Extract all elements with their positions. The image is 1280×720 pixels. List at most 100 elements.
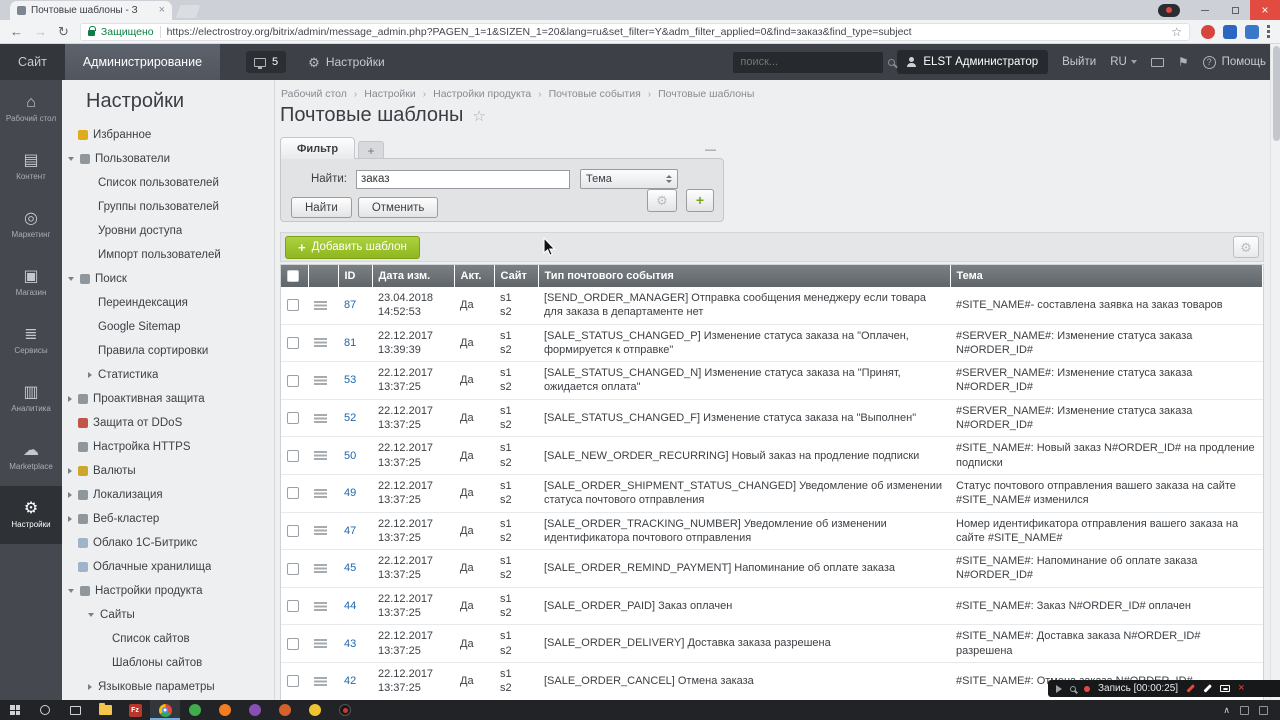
row-actions-menu-icon[interactable]: [314, 601, 327, 611]
menu-item[interactable]: Статистика: [62, 363, 274, 387]
row-id-link[interactable]: 50: [344, 450, 356, 462]
task-view-button[interactable]: [60, 700, 90, 720]
camera-icon[interactable]: [1220, 685, 1231, 692]
row-checkbox[interactable]: [287, 449, 299, 462]
chevron-right-icon[interactable]: [88, 372, 92, 378]
menu-item[interactable]: Список сайтов: [62, 627, 274, 651]
row-id-link[interactable]: 43: [344, 638, 356, 650]
column-header[interactable]: Сайт: [494, 265, 539, 287]
row-checkbox[interactable]: [287, 600, 299, 613]
url-omnibox[interactable]: Защищено https://electrostroy.org/bitrix…: [79, 22, 1190, 41]
row-id-link[interactable]: 47: [344, 525, 356, 537]
menu-item[interactable]: Правила сортировки: [62, 339, 274, 363]
find-type-select[interactable]: Тема: [580, 169, 678, 189]
menu-item[interactable]: Облако 1С-Битрикс: [62, 531, 274, 555]
tray-chevron-icon[interactable]: [1223, 705, 1230, 716]
pin-icon[interactable]: [1178, 56, 1189, 68]
row-id-link[interactable]: 53: [344, 374, 356, 386]
taskbar-app-file-explorer[interactable]: [90, 700, 120, 720]
pencil-red-icon[interactable]: [1186, 684, 1195, 693]
column-header[interactable]: Акт.: [454, 265, 495, 287]
chevron-right-icon[interactable]: [68, 396, 72, 402]
column-header[interactable]: Тема: [950, 265, 1263, 287]
chevron-down-icon[interactable]: [68, 589, 74, 593]
topbar-settings-button[interactable]: Настройки: [308, 55, 385, 69]
row-actions-menu-icon[interactable]: [314, 451, 327, 461]
row-id-link[interactable]: 42: [344, 675, 356, 687]
find-input[interactable]: [356, 169, 570, 189]
rail-item-settings[interactable]: ⚙ Настройки: [0, 486, 62, 544]
menu-item[interactable]: Сайты: [62, 603, 274, 627]
close-button[interactable]: [1250, 0, 1280, 20]
chevron-right-icon[interactable]: [68, 516, 72, 522]
adblock-extension-icon[interactable]: [1201, 24, 1215, 39]
column-header[interactable]: Тип почтового события: [538, 265, 951, 287]
row-checkbox[interactable]: [287, 524, 299, 537]
new-tab-button[interactable]: [175, 5, 201, 18]
chevron-right-icon[interactable]: [68, 468, 72, 474]
display-icon[interactable]: [1150, 57, 1164, 67]
rail-item-services[interactable]: ≣ Сервисы: [0, 312, 62, 370]
filter-minimize-button[interactable]: —: [705, 144, 716, 156]
menu-item[interactable]: Валюты: [62, 459, 274, 483]
row-checkbox[interactable]: [287, 299, 299, 312]
menu-item[interactable]: Локализация: [62, 483, 274, 507]
row-checkbox[interactable]: [287, 487, 299, 500]
filter-tab[interactable]: Фильтр: [280, 137, 356, 159]
row-actions-menu-icon[interactable]: [314, 300, 327, 310]
row-actions-menu-icon[interactable]: [314, 676, 327, 686]
row-actions-menu-icon[interactable]: [314, 413, 327, 423]
row-actions-menu-icon[interactable]: [314, 564, 327, 574]
add-template-button[interactable]: + Добавить шаблон: [285, 235, 420, 259]
pencil-icon[interactable]: [1203, 684, 1212, 693]
browser-menu-icon[interactable]: [1267, 25, 1270, 38]
rail-item-content[interactable]: ▤ Контент: [0, 138, 62, 196]
bookmark-star-icon[interactable]: [1171, 25, 1182, 39]
menu-item[interactable]: Уровни доступа: [62, 219, 274, 243]
filter-cancel-button[interactable]: Отменить: [357, 197, 439, 218]
menu-item[interactable]: Облачные хранилища: [62, 555, 274, 579]
admin-search-box[interactable]: [733, 51, 896, 73]
row-id-link[interactable]: 49: [344, 487, 356, 499]
taskbar-app-app-purple[interactable]: [240, 700, 270, 720]
rail-item-marketplace[interactable]: ☁ Marketplace: [0, 428, 62, 486]
row-actions-menu-icon[interactable]: [314, 526, 327, 536]
page-scrollbar[interactable]: [1270, 44, 1280, 700]
browser-tab[interactable]: Почтовые шаблоны - З: [10, 1, 172, 20]
select-all-checkbox[interactable]: [287, 270, 299, 283]
rail-item-desktop[interactable]: ⌂ Рабочий стол: [0, 80, 62, 138]
chevron-down-icon[interactable]: [88, 613, 94, 617]
zoom-icon[interactable]: [1070, 685, 1076, 692]
menu-item[interactable]: Список пользователей: [62, 171, 274, 195]
recording-close-icon[interactable]: [1238, 683, 1244, 694]
menu-item[interactable]: Веб-кластер: [62, 507, 274, 531]
extension-icon[interactable]: [1245, 24, 1259, 39]
column-header[interactable]: ID: [338, 265, 373, 287]
flag-extension-icon[interactable]: [1223, 24, 1237, 39]
menu-item[interactable]: Google Sitemap: [62, 315, 274, 339]
breadcrumb-item[interactable]: Настройки продукта: [433, 88, 531, 100]
cortana-button[interactable]: [30, 700, 60, 720]
row-actions-menu-icon[interactable]: [314, 338, 327, 348]
row-checkbox[interactable]: [287, 374, 299, 387]
chevron-down-icon[interactable]: [68, 157, 74, 161]
row-id-link[interactable]: 52: [344, 412, 356, 424]
notifications-button[interactable]: 5: [246, 51, 287, 73]
taskbar-app-chrome[interactable]: [150, 700, 180, 720]
row-id-link[interactable]: 45: [344, 562, 356, 574]
menu-item[interactable]: Избранное: [62, 123, 274, 147]
chevron-down-icon[interactable]: [68, 277, 74, 281]
forward-button[interactable]: [34, 25, 47, 38]
taskbar-app-filezilla[interactable]: Fz: [120, 700, 150, 720]
row-id-link[interactable]: 44: [344, 600, 356, 612]
menu-item[interactable]: Поиск: [62, 267, 274, 291]
taskbar-app-app-yellow[interactable]: [300, 700, 330, 720]
menu-item[interactable]: Языковые параметры: [62, 675, 274, 699]
menu-item[interactable]: Пользователи: [62, 147, 274, 171]
row-checkbox[interactable]: [287, 336, 299, 349]
scrollbar-thumb[interactable]: [1272, 46, 1280, 141]
menu-item[interactable]: Переиндексация: [62, 291, 274, 315]
row-id-link[interactable]: 81: [344, 337, 356, 349]
breadcrumb-item[interactable]: Почтовые события: [549, 88, 641, 100]
menu-item[interactable]: Настройка HTTPS: [62, 435, 274, 459]
